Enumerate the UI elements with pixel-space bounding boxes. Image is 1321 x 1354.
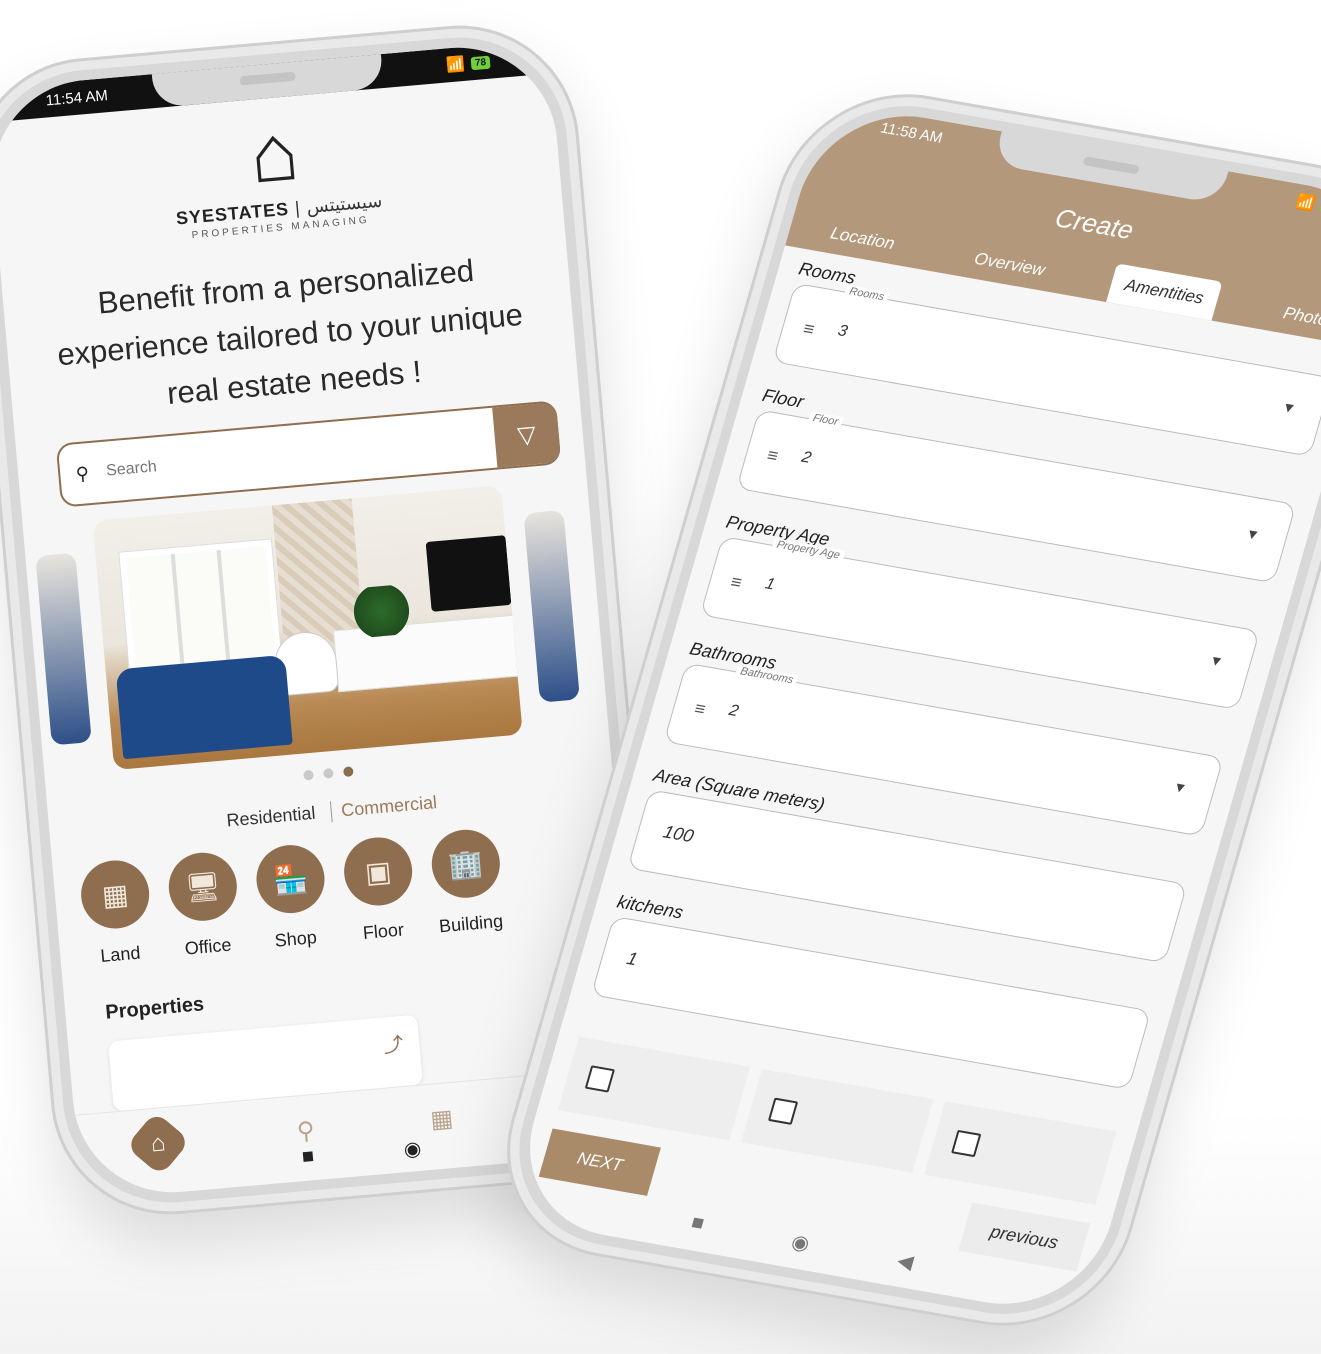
checkbox[interactable]	[584, 1065, 616, 1093]
select-value: 2	[799, 448, 814, 467]
search-input[interactable]	[103, 427, 496, 482]
list-icon: ≡	[692, 698, 709, 720]
tab-location[interactable]: Location	[812, 211, 914, 266]
category-land[interactable]: ▦ Land	[78, 857, 155, 969]
home-circle-icon[interactable]: ◉	[403, 1136, 423, 1162]
category-shop[interactable]: 🏪 Shop	[253, 842, 331, 953]
category-floor[interactable]: ▣ Floor	[341, 834, 418, 946]
share-icon[interactable]: ⤴	[382, 1028, 404, 1059]
list-icon: ≡	[728, 571, 745, 593]
list-icon: ≡	[764, 444, 781, 467]
category-office[interactable]: 🖥 Office	[165, 849, 243, 961]
home-circle-icon[interactable]: ◉	[788, 1229, 812, 1256]
search-icon: ⚲	[295, 1116, 316, 1145]
status-time: 11:54 AM	[44, 86, 109, 109]
back-icon[interactable]: ◀	[894, 1248, 916, 1275]
select-value: 3	[835, 322, 850, 341]
input-value: 100	[660, 821, 697, 847]
office-desk-icon: 🖥	[165, 849, 240, 924]
tab-overview[interactable]: Overview	[955, 237, 1063, 293]
building-icon: 🏢	[428, 826, 503, 901]
image-carousel[interactable]	[23, 478, 609, 776]
properties-heading: Properties	[104, 993, 205, 1024]
category-building[interactable]: 🏢 Building	[428, 826, 506, 938]
home-icon: ⌂	[149, 1129, 167, 1158]
select-value: 2	[727, 702, 741, 721]
select-value: 1	[763, 575, 777, 594]
category-label: Shop	[273, 927, 318, 951]
tab-commercial[interactable]: Commercial	[329, 791, 448, 823]
filter-button[interactable]: ▽	[492, 402, 562, 468]
signal-icon: 📶	[1294, 192, 1318, 213]
calendar-icon: ▦	[429, 1104, 455, 1134]
category-label: Building	[438, 910, 504, 937]
shop-icon: 🏪	[253, 842, 328, 916]
recents-icon[interactable]: ■	[301, 1145, 315, 1171]
checkbox-cell[interactable]	[924, 1101, 1117, 1205]
carousel-dot[interactable]	[323, 767, 334, 779]
input-value: 1	[624, 948, 640, 970]
search-icon: ⚲	[74, 462, 90, 484]
amenities-form: Rooms Rooms ≡ 3 ▼ Floor Floor ≡ 2 ▼ Prop	[584, 259, 1321, 1114]
status-time: 11:58 AM	[878, 119, 945, 147]
create-screen: Create Location Overview Amentities Phot…	[506, 100, 1321, 1320]
carousel-slide-current[interactable]	[92, 485, 523, 771]
land-icon: ▦	[78, 857, 152, 932]
checkbox[interactable]	[951, 1129, 982, 1158]
logo-name-arabic: سيستيتس	[305, 190, 384, 218]
tab-amentities[interactable]: Amentities	[1105, 263, 1223, 321]
dropdown-arrow-icon: ▼	[1243, 525, 1262, 543]
carousel-slide-prev[interactable]	[35, 552, 92, 746]
list-icon: ≡	[801, 318, 817, 340]
dropdown-arrow-icon: ▼	[1280, 398, 1299, 417]
nav-calendar[interactable]: ▦	[429, 1103, 454, 1134]
hero-headline: Benefit from a personalized experience t…	[55, 252, 525, 411]
carousel-dot-active[interactable]	[343, 766, 355, 778]
checkbox[interactable]	[767, 1097, 799, 1125]
battery-icon: 78	[470, 55, 491, 70]
nav-search[interactable]: ⚲	[296, 1116, 316, 1146]
checkbox-cell[interactable]	[740, 1068, 934, 1173]
floor-plan-icon: ▣	[341, 834, 415, 909]
category-list: ▦ Land 🖥 Office 🏪 Shop ▣ Floor 🏢 Buildin…	[78, 826, 506, 969]
dropdown-arrow-icon: ▼	[1207, 651, 1226, 670]
filter-icon: ▽	[516, 420, 538, 450]
dropdown-arrow-icon: ▼	[1171, 778, 1190, 797]
tab-residential[interactable]: Residential	[216, 802, 326, 832]
carousel-dot[interactable]	[302, 769, 314, 781]
app-logo: ⌂ SYESTATES | سيستيتس PROPERTIES MANAGIN…	[0, 89, 563, 258]
recents-icon[interactable]: ■	[688, 1211, 707, 1237]
carousel-slide-next[interactable]	[523, 509, 580, 703]
checkbox-cell[interactable]	[557, 1036, 751, 1141]
category-label: Land	[99, 942, 142, 966]
category-label: Floor	[362, 919, 405, 943]
next-button[interactable]: NEXT	[538, 1128, 661, 1196]
tab-photo[interactable]: Photo	[1264, 291, 1321, 342]
category-label: Office	[183, 934, 233, 959]
signal-icon: 📶	[445, 55, 466, 75]
